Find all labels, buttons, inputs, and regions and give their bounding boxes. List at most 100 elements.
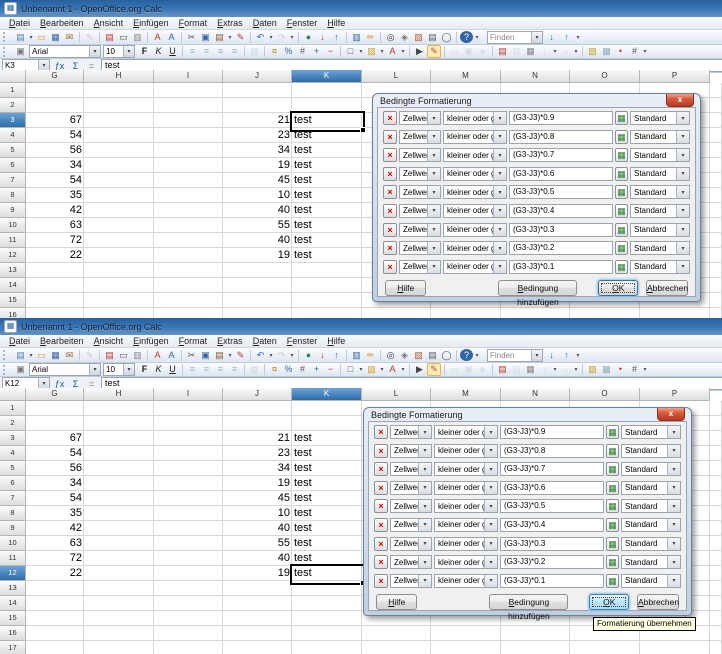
row-header-15[interactable]: 15 [0, 293, 26, 308]
condition-formula-input[interactable]: (G3-J3)*0.1 [509, 260, 613, 274]
shrink-icon[interactable]: ▦ [615, 148, 628, 162]
data-sources-icon[interactable]: ▤ [426, 31, 439, 43]
find-replace-icon[interactable]: ◎ [384, 349, 397, 361]
cell-style-select-dropdown-icon[interactable]: ▾ [676, 168, 689, 180]
condition-operator-select-dropdown-icon[interactable]: ▾ [484, 538, 497, 550]
currency-format-icon[interactable]: ¤ [268, 364, 281, 376]
cell-style-select[interactable]: Standard▾ [630, 204, 690, 218]
chart-icon[interactable]: ▥ [350, 31, 363, 43]
delete-condition-button[interactable]: × [374, 462, 388, 476]
cell-g8[interactable]: 35 [26, 189, 84, 202]
shrink-icon[interactable]: ▦ [615, 185, 628, 199]
italic-button[interactable]: K [152, 364, 165, 376]
background-color-icon[interactable]: ▨ [365, 46, 378, 58]
condition-operator-select[interactable]: kleiner oder gleich▾ [434, 462, 498, 476]
condition-type-select-dropdown-icon[interactable]: ▾ [418, 556, 431, 568]
standard-format-icon[interactable]: # [296, 364, 309, 376]
cell-style-select-dropdown-icon[interactable]: ▾ [667, 519, 680, 531]
page-preview-icon[interactable]: ▥ [131, 349, 144, 361]
find-next-icon[interactable]: ↓ [545, 349, 558, 361]
row-header-16[interactable]: 16 [0, 626, 26, 641]
condition-type-select-dropdown-icon[interactable]: ▾ [418, 426, 431, 438]
cell-k12[interactable]: test [292, 249, 362, 262]
cell-j10[interactable]: 55 [223, 537, 292, 550]
sort-descending-icon[interactable]: ↑ [330, 349, 343, 361]
delete-condition-button[interactable]: × [374, 444, 388, 458]
shrink-icon[interactable]: ▦ [615, 111, 628, 125]
sort-ascending-icon[interactable]: ↓ [316, 349, 329, 361]
condition-type-select[interactable]: Zellwert ist▾ [390, 499, 432, 513]
row-header-11[interactable]: 11 [0, 233, 26, 248]
cell-j7[interactable]: 45 [223, 492, 292, 505]
column-header-n[interactable]: N [501, 388, 570, 401]
condition-type-select[interactable]: Zellwert ist▾ [390, 425, 432, 439]
new-document-icon-dropdown[interactable]: ▾ [28, 352, 34, 359]
row-header-11[interactable]: 11 [0, 551, 26, 566]
toolbar-grip[interactable] [3, 32, 10, 42]
cell-g4[interactable]: 54 [26, 129, 84, 142]
cell-style-select-dropdown-icon[interactable]: ▾ [667, 500, 680, 512]
find-previous-icon[interactable]: ↑ [560, 31, 573, 43]
row-header-9[interactable]: 9 [0, 521, 26, 536]
row-header-1[interactable]: 1 [0, 83, 26, 98]
condition-formula-input[interactable]: (G3-J3)*0.5 [509, 185, 613, 199]
column-header-h[interactable]: H [84, 70, 154, 83]
toolbar-overflow-icon[interactable]: ▾ [474, 34, 480, 41]
menu-bearbeiten[interactable]: Bearbeiten [35, 17, 89, 29]
find-dropdown-icon[interactable]: ▾ [531, 350, 542, 361]
cell-g7[interactable]: 54 [26, 492, 84, 505]
column-header-l[interactable]: L [362, 388, 431, 401]
font-name-select[interactable]: Arial ▾ [29, 45, 101, 58]
condition-type-select[interactable]: Zellwert ist▾ [390, 518, 432, 532]
cell-g11[interactable]: 72 [26, 552, 84, 565]
cell-j5[interactable]: 34 [223, 462, 292, 475]
formula-icon[interactable]: = [85, 379, 98, 389]
delete-condition-button[interactable]: × [383, 223, 397, 237]
row-header-4[interactable]: 4 [0, 128, 26, 143]
column-header-j[interactable]: J [223, 70, 292, 83]
row-header-2[interactable]: 2 [0, 416, 26, 431]
condition-type-select-dropdown-icon[interactable]: ▾ [418, 482, 431, 494]
delete-condition-button[interactable]: × [383, 241, 397, 255]
redo-icon-dropdown[interactable]: ▾ [289, 352, 295, 359]
condition-formula-input[interactable]: (G3-J3)*0.3 [500, 537, 604, 551]
align-objects-icon-dropdown[interactable]: ▾ [573, 366, 579, 373]
cell-style-select[interactable]: Standard▾ [621, 537, 681, 551]
condition-type-select-dropdown-icon[interactable]: ▾ [418, 500, 431, 512]
row-header-12[interactable]: 12 [0, 248, 26, 263]
condition-operator-select-dropdown-icon[interactable]: ▾ [484, 556, 497, 568]
sum-icon[interactable]: Σ [69, 379, 82, 389]
shrink-icon[interactable]: ▦ [615, 241, 628, 255]
condition-type-select-dropdown-icon[interactable]: ▾ [427, 149, 440, 161]
condition-type-select[interactable]: Zellwert ist▾ [390, 537, 432, 551]
delete-condition-button[interactable]: × [383, 260, 397, 274]
open-folder-icon[interactable]: ▭ [35, 349, 48, 361]
cell-k10[interactable]: test [292, 219, 362, 232]
font-name-select[interactable]: Arial ▾ [29, 363, 101, 376]
column-header-k[interactable]: K [292, 388, 362, 401]
toolbar-grip[interactable] [3, 365, 10, 375]
percent-format-icon[interactable]: % [282, 46, 295, 58]
cell-style-select[interactable]: Standard▾ [630, 148, 690, 162]
condition-type-select[interactable]: Zellwert ist▾ [390, 481, 432, 495]
menu-datei[interactable]: Datei [4, 17, 35, 29]
find-replace-icon[interactable]: ◎ [384, 31, 397, 43]
print-icon[interactable]: ▭ [117, 31, 130, 43]
delete-condition-button[interactable]: × [374, 555, 388, 569]
cell-j12[interactable]: 19 [223, 249, 292, 262]
close-icon[interactable]: x [666, 94, 694, 107]
row-header-5[interactable]: 5 [0, 461, 26, 476]
cell-g9[interactable]: 42 [26, 204, 84, 217]
align-left-icon[interactable]: ≡ [186, 364, 199, 376]
underline-button[interactable]: U [166, 364, 179, 376]
align-objects-icon-dropdown[interactable]: ▾ [573, 48, 579, 55]
cell-j6[interactable]: 19 [223, 477, 292, 490]
condition-operator-select[interactable]: kleiner oder gleich▾ [443, 223, 507, 237]
row-header-7[interactable]: 7 [0, 173, 26, 188]
borders-icon-dropdown[interactable]: ▾ [358, 366, 364, 373]
cell-style-select[interactable]: Standard▾ [621, 444, 681, 458]
condition-formula-input[interactable]: (G3-J3)*0.3 [509, 223, 613, 237]
cell-style-select-dropdown-icon[interactable]: ▾ [676, 131, 689, 143]
cell-k8[interactable]: test [292, 189, 362, 202]
condition-operator-select-dropdown-icon[interactable]: ▾ [484, 445, 497, 457]
